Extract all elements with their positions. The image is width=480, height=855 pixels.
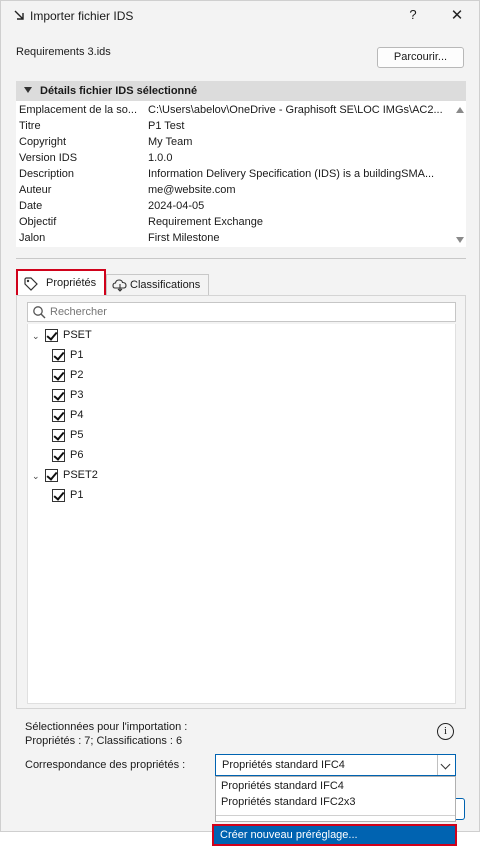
tree-group-pset2[interactable]: ⌄ PSET2	[32, 468, 232, 486]
property-mapping-value: Propriétés standard IFC4	[222, 759, 345, 771]
dropdown-option-ifc4[interactable]: Propriétés standard IFC4	[221, 780, 344, 796]
create-new-preset-label: Créer nouveau préréglage...	[220, 829, 358, 841]
details-row-description: Description Information Delivery Specific…	[16, 167, 452, 183]
group-checkbox[interactable]	[45, 329, 58, 342]
ids-details-panel: Détails fichier IDS sélectionné Emplacem…	[16, 81, 466, 247]
window-title: Importer fichier IDS	[30, 9, 134, 23]
import-ids-dialog: Importer fichier IDS ? ✕ Requirements 3.…	[0, 0, 480, 832]
tree-item-label: P1	[70, 489, 84, 501]
details-value: Requirement Exchange	[148, 216, 263, 228]
import-arrow-icon	[14, 10, 24, 20]
details-value: 1.0.0	[148, 152, 173, 164]
tree-item-label: P4	[70, 409, 84, 421]
selected-counts: Propriétés : 7; Classifications : 6	[25, 735, 183, 747]
tree-item[interactable]: P3	[52, 388, 232, 406]
selected-file-name: Requirements 3.ids	[16, 46, 111, 58]
chevron-down-icon[interactable]	[437, 755, 455, 775]
details-value: me@website.com	[148, 184, 236, 196]
item-checkbox[interactable]	[52, 429, 65, 442]
ids-details-title: Détails fichier IDS sélectionné	[40, 85, 198, 97]
dropdown-divider	[216, 815, 455, 816]
details-key: Jalon	[19, 232, 46, 244]
tree-item[interactable]: P1	[52, 348, 232, 366]
item-checkbox[interactable]	[52, 449, 65, 462]
details-row-title: Titre P1 Test	[16, 119, 452, 135]
property-tree: ⌄ PSET P1 P2 P3 P4 P5 P6 ⌄ PSET2 P1	[27, 324, 456, 704]
properties-panel: ⌄ PSET P1 P2 P3 P4 P5	[16, 295, 466, 709]
details-key: Objectif	[19, 216, 57, 228]
scroll-up-icon[interactable]	[456, 107, 464, 113]
chevron-down-icon[interactable]: ⌄	[32, 471, 42, 481]
details-key: Auteur	[19, 184, 52, 196]
details-key: Titre	[19, 120, 41, 132]
browse-button[interactable]: Parcourir...	[377, 47, 464, 68]
details-value: C:\Users\abelov\OneDrive - Graphisoft SE…	[148, 104, 443, 116]
tree-item[interactable]: P2	[52, 368, 232, 386]
details-row-version: Version IDS 1.0.0	[16, 151, 452, 167]
details-key: Description	[19, 168, 75, 180]
details-value: My Team	[148, 136, 193, 148]
search-input[interactable]	[50, 304, 450, 320]
item-checkbox[interactable]	[52, 489, 65, 502]
details-row-author: Auteur me@website.com	[16, 183, 452, 199]
selected-for-import-label: Sélectionnées pour l'importation :	[25, 721, 188, 733]
dropdown-option-ifc2x3[interactable]: Propriétés standard IFC2x3	[221, 796, 356, 812]
tree-group-label: PSET2	[63, 469, 98, 481]
classification-icon	[112, 279, 127, 292]
tree-item[interactable]: P5	[52, 428, 232, 446]
info-icon[interactable]: i	[437, 723, 454, 740]
tree-item[interactable]: P4	[52, 408, 232, 426]
tab-classifications-label: Classifications	[130, 279, 201, 291]
tree-group-pset[interactable]: ⌄ PSET	[32, 328, 232, 346]
ids-details-header[interactable]: Détails fichier IDS sélectionné	[16, 81, 466, 101]
details-value: P1 Test	[148, 120, 185, 132]
details-value: First Milestone	[148, 232, 220, 244]
tab-classifications[interactable]: Classifications	[106, 274, 209, 295]
details-value: 2024-04-05	[148, 200, 205, 212]
tree-item-label: P5	[70, 429, 84, 441]
divider	[16, 258, 466, 259]
tab-properties[interactable]: Propriétés	[16, 269, 106, 297]
property-mapping-label: Correspondance des propriétés :	[25, 759, 186, 771]
help-button[interactable]: ?	[405, 7, 421, 25]
details-key: Version IDS	[19, 152, 78, 164]
details-row-location: Emplacement de la so... C:\Users\abelov\O…	[16, 103, 452, 119]
collapse-triangle-icon	[24, 87, 32, 93]
ok-button[interactable]	[456, 798, 465, 820]
search-icon	[33, 306, 46, 319]
close-button[interactable]: ✕	[446, 5, 468, 27]
create-new-preset-option[interactable]: Créer nouveau préréglage...	[212, 824, 457, 846]
details-value: Information Delivery Specification (IDS)…	[148, 168, 435, 180]
chevron-down-icon[interactable]: ⌄	[32, 331, 42, 341]
details-key: Date	[19, 200, 43, 212]
tab-properties-label: Propriétés	[46, 277, 97, 289]
details-scrollbar[interactable]	[454, 103, 466, 247]
details-row-objective: Objectif Requirement Exchange	[16, 215, 452, 231]
tree-item[interactable]: P1	[52, 488, 232, 506]
tree-item-label: P6	[70, 449, 84, 461]
item-checkbox[interactable]	[52, 349, 65, 362]
details-row-milestone: Jalon First Milestone	[16, 231, 452, 247]
tree-item[interactable]: P6	[52, 448, 232, 466]
scroll-down-icon[interactable]	[456, 237, 464, 243]
ids-details-table: Emplacement de la so... C:\Users\abelov\O…	[16, 103, 452, 247]
details-row-copyright: Copyright My Team	[16, 135, 452, 151]
search-box[interactable]	[27, 302, 456, 322]
property-mapping-select[interactable]: Propriétés standard IFC4	[215, 754, 456, 776]
group-checkbox[interactable]	[45, 469, 58, 482]
tree-item-label: P1	[70, 349, 84, 361]
title-bar: Importer fichier IDS ? ✕	[1, 1, 479, 31]
details-key: Emplacement de la so...	[19, 104, 138, 116]
details-row-date: Date 2024-04-05	[16, 199, 452, 215]
tree-item-label: P3	[70, 389, 84, 401]
tree-item-label: P2	[70, 369, 84, 381]
item-checkbox[interactable]	[52, 409, 65, 422]
item-checkbox[interactable]	[52, 389, 65, 402]
property-mapping-dropdown: Propriétés standard IFC4 Propriétés stan…	[215, 776, 456, 822]
details-key: Copyright	[19, 136, 67, 148]
tree-group-label: PSET	[63, 329, 92, 341]
tag-icon	[24, 277, 38, 291]
item-checkbox[interactable]	[52, 369, 65, 382]
